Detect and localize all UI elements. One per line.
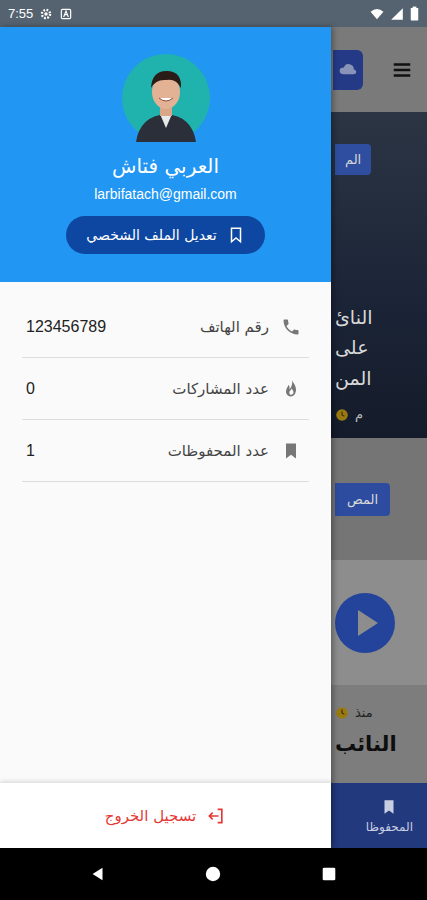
app-screen: 7:55 العربي فتاش larbifatach@gmail.com تعدي… xyxy=(0,0,427,900)
navigation-drawer: العربي فتاش larbifatach@gmail.com تعديل ال… xyxy=(0,27,331,848)
bottom-nav: المحفوظا xyxy=(331,783,427,848)
stat-label: رقم الهاتف xyxy=(200,318,269,336)
stat-row: عدد المحفوظات 1 xyxy=(22,420,309,482)
status-time: 7:55 xyxy=(8,6,33,21)
back-icon[interactable] xyxy=(89,865,107,883)
fire-icon xyxy=(281,379,301,399)
stat-value: 123456789 xyxy=(26,318,106,336)
profile-stats-list: رقم الهاتف123456789عدد المشاركات0عدد الم… xyxy=(0,282,331,783)
top-action-button[interactable] xyxy=(333,50,363,90)
category-tag: الم xyxy=(335,144,371,175)
clock-icon xyxy=(335,706,349,720)
edit-profile-button[interactable]: تعديل الملف الشخصي xyxy=(66,216,264,254)
dimmed-main-screen: الم النائعلىالمن م المص منذ النائب المحفوظا xyxy=(331,27,427,848)
signal-icon xyxy=(390,7,404,21)
profile-email: larbifatach@gmail.com xyxy=(94,186,237,202)
bottom-nav-item[interactable]: المحفوظا xyxy=(366,798,413,834)
cloud-icon xyxy=(338,60,358,80)
home-icon[interactable] xyxy=(204,865,222,883)
stat-value: 1 xyxy=(26,442,35,460)
stat-label: عدد المحفوظات xyxy=(168,442,269,460)
bookmark-icon xyxy=(380,798,398,816)
menu-icon[interactable] xyxy=(391,59,413,81)
bookmark-icon xyxy=(281,441,301,461)
profile-header: العربي فتاش larbifatach@gmail.com تعديل ال… xyxy=(0,27,331,282)
logout-icon xyxy=(206,806,226,826)
profile-name: العربي فتاش xyxy=(112,152,219,180)
drawer-footer: تسجيل الخروج xyxy=(0,783,331,848)
stat-row: رقم الهاتف 123456789 xyxy=(22,296,309,358)
wifi-icon xyxy=(370,7,384,21)
video-thumbnail[interactable] xyxy=(331,560,427,685)
clock-icon xyxy=(335,408,349,422)
stat-value: 0 xyxy=(26,380,35,398)
notification-icon xyxy=(59,7,73,21)
app-top-bar xyxy=(331,27,427,112)
video-title: النائب xyxy=(335,732,423,756)
system-navigation-bar xyxy=(0,848,427,900)
bookmark-icon xyxy=(227,226,245,244)
status-bar: 7:55 xyxy=(0,0,427,27)
phone-icon xyxy=(281,317,301,337)
gear-icon xyxy=(39,7,53,21)
stat-row: عدد المشاركات 0 xyxy=(22,358,309,420)
battery-icon xyxy=(410,6,419,21)
featured-title: النائعلىالمن xyxy=(335,302,423,393)
featured-time: م xyxy=(335,407,423,422)
video-time: منذ xyxy=(335,705,423,720)
stat-label: عدد المشاركات xyxy=(172,380,269,398)
play-icon xyxy=(335,593,395,653)
recents-icon[interactable] xyxy=(320,865,338,883)
section-area: المص xyxy=(331,438,427,560)
avatar-icon xyxy=(122,54,210,142)
featured-card[interactable]: الم النائعلىالمن م xyxy=(331,112,427,438)
logout-button[interactable]: تسجيل الخروج xyxy=(95,800,237,832)
video-info: منذ النائب xyxy=(331,685,427,783)
section-button[interactable]: المص xyxy=(335,483,390,516)
